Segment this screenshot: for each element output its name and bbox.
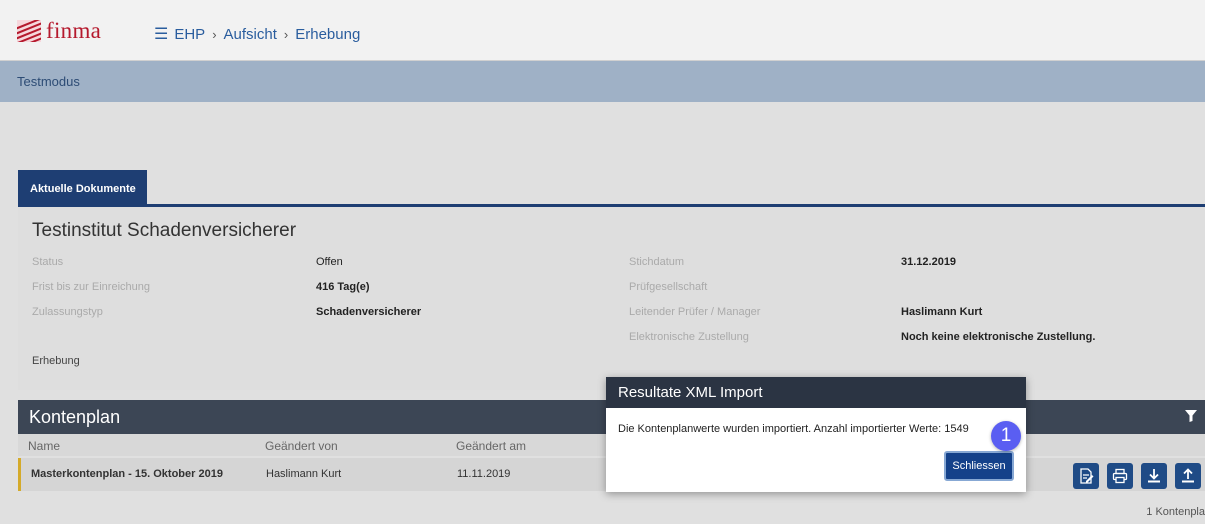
erhebung-label: Erhebung bbox=[32, 355, 80, 367]
column-header-geaendert-am[interactable]: Geändert am bbox=[456, 439, 526, 453]
kontenplan-count: 1 Kontenpla bbox=[1146, 506, 1205, 518]
dialog-message: Die Kontenplanwerte wurden importiert. A… bbox=[618, 423, 969, 435]
edit-document-button[interactable] bbox=[1073, 463, 1099, 489]
leitender-pruefer-value: Haslimann Kurt bbox=[901, 306, 983, 318]
print-icon bbox=[1112, 468, 1128, 484]
top-bar: finma ☰ EHP › Aufsicht › Erhebung bbox=[0, 0, 1205, 61]
breadcrumb-item-aufsicht[interactable]: Aufsicht bbox=[224, 26, 277, 43]
logo-text: finma bbox=[46, 18, 102, 43]
download-icon bbox=[1148, 469, 1160, 483]
pruefgesellschaft-label: Prüfgesellschaft bbox=[629, 281, 708, 293]
frist-label: Frist bis zur Einreichung bbox=[32, 281, 150, 293]
row-name: Masterkontenplan - 15. Oktober 2019 bbox=[31, 468, 223, 480]
dialog-title: Resultate XML Import bbox=[606, 377, 1026, 408]
print-button[interactable] bbox=[1107, 463, 1133, 489]
testmodus-label: Testmodus bbox=[17, 74, 80, 89]
tab-aktuelle-dokumente[interactable]: Aktuelle Dokumente bbox=[18, 170, 147, 204]
step-number-badge: 1 bbox=[991, 421, 1021, 451]
upload-button[interactable] bbox=[1175, 463, 1201, 489]
zustellung-value: Noch keine elektronische Zustellung. bbox=[901, 331, 1096, 343]
upload-icon bbox=[1182, 468, 1194, 483]
download-button[interactable] bbox=[1141, 463, 1167, 489]
zulassungstyp-label: Zulassungstyp bbox=[32, 306, 103, 318]
frist-value: 416 Tag(e) bbox=[316, 281, 370, 293]
filter-icon[interactable] bbox=[1185, 410, 1197, 422]
institution-panel: Testinstitut Schadenversicherer Status O… bbox=[18, 207, 1205, 390]
column-header-name[interactable]: Name bbox=[28, 439, 60, 453]
chevron-right-icon: › bbox=[283, 26, 289, 42]
institution-title: Testinstitut Schadenversicherer bbox=[32, 220, 297, 241]
column-header-geaendert-von[interactable]: Geändert von bbox=[265, 439, 338, 453]
stichdatum-label: Stichdatum bbox=[629, 256, 685, 268]
finma-logo[interactable]: finma bbox=[17, 18, 101, 44]
status-value: Offen bbox=[316, 256, 343, 268]
stichdatum-value: 31.12.2019 bbox=[901, 256, 957, 268]
edit-document-icon bbox=[1080, 468, 1094, 484]
schliessen-button[interactable]: Schliessen bbox=[944, 451, 1014, 481]
breadcrumb-item-ehp[interactable]: EHP bbox=[174, 26, 205, 43]
xml-import-result-dialog: Resultate XML Import Die Kontenplanwerte… bbox=[606, 377, 1026, 492]
row-changed-by: Haslimann Kurt bbox=[266, 468, 342, 480]
chevron-right-icon: › bbox=[212, 26, 217, 42]
leitender-pruefer-label: Leitender Prüfer / Manager bbox=[629, 306, 761, 318]
hamburger-menu-icon[interactable]: ☰ bbox=[154, 24, 168, 44]
logo-mark-icon bbox=[17, 20, 41, 42]
zulassungstyp-value: Schadenversicherer bbox=[316, 306, 422, 318]
row-changed-on: 11.11.2019 bbox=[457, 468, 511, 480]
kontenplan-title: Kontenplan bbox=[29, 407, 121, 427]
breadcrumb-item-erhebung[interactable]: Erhebung bbox=[295, 26, 360, 43]
status-label: Status bbox=[32, 256, 64, 268]
zustellung-label: Elektronische Zustellung bbox=[629, 331, 749, 343]
breadcrumb: ☰ EHP › Aufsicht › Erhebung bbox=[154, 24, 360, 44]
testmodus-banner: Testmodus bbox=[0, 61, 1205, 102]
